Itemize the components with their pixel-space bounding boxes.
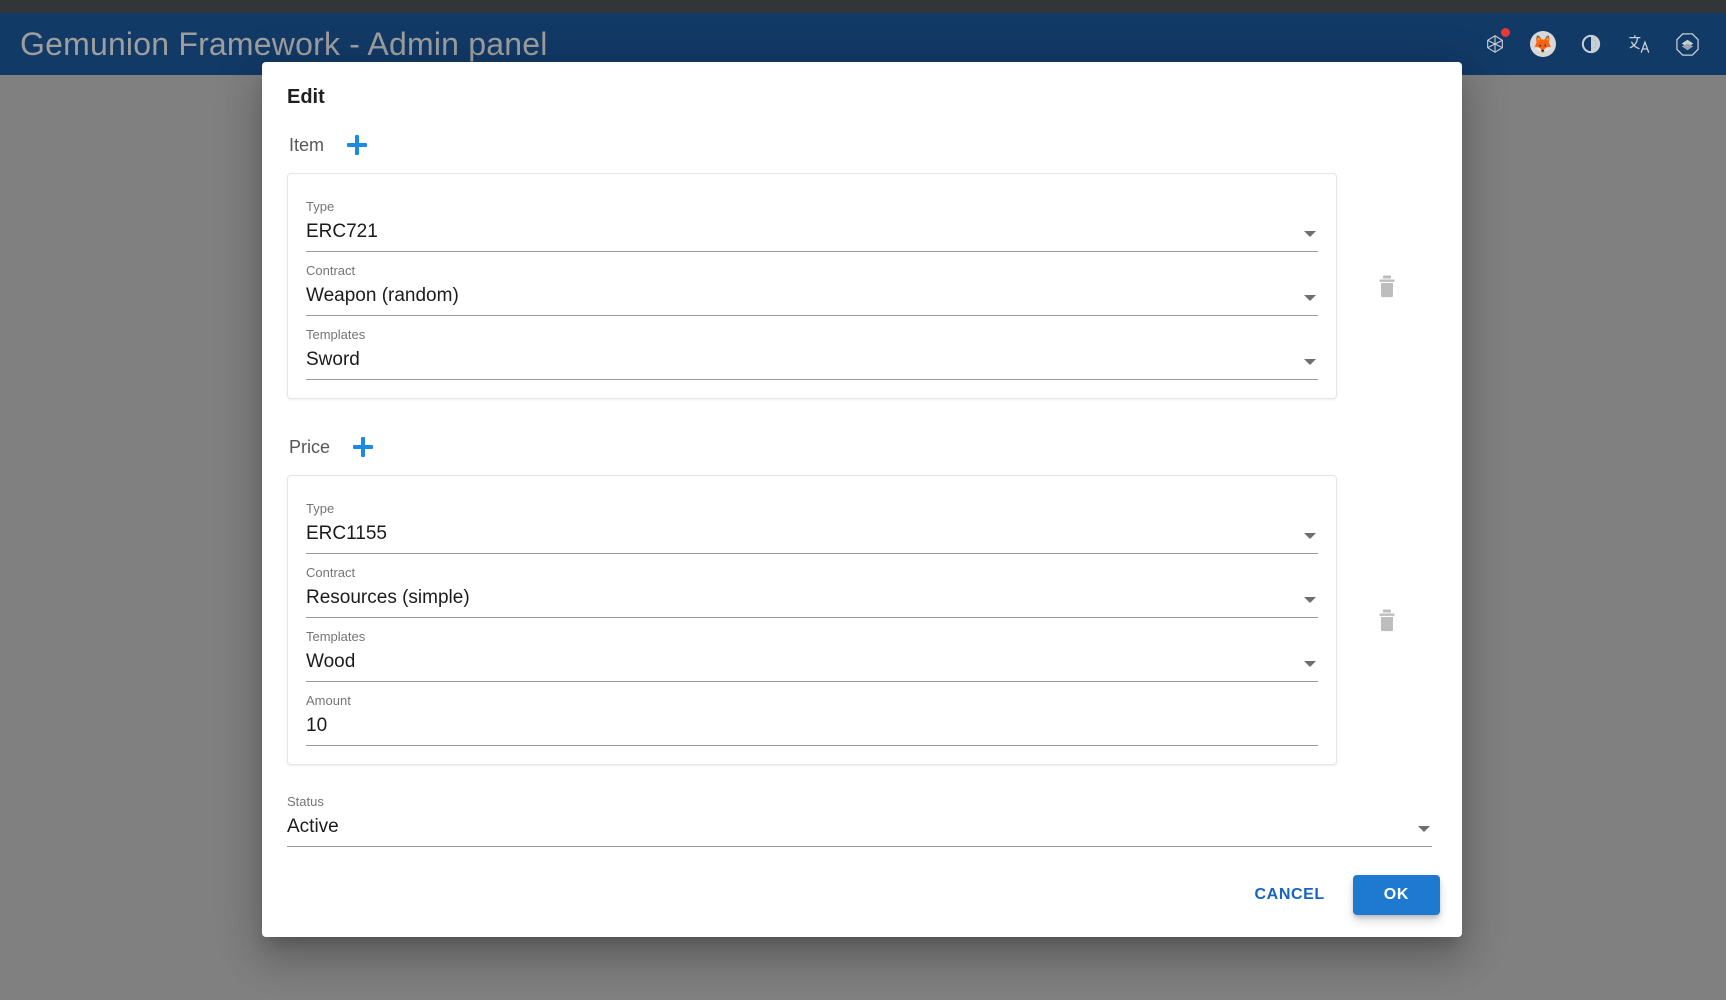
plus-icon [353, 437, 374, 457]
price-templates-select[interactable]: Wood [306, 646, 1319, 682]
item-templates-field: Templates Sword [306, 316, 1319, 380]
section-item-header: Item [287, 123, 1437, 167]
price-amount-field: Amount 10 [306, 682, 1319, 746]
item-type-select[interactable]: ERC721 [306, 216, 1319, 252]
item-contract-select[interactable]: Weapon (random) [306, 280, 1319, 316]
section-price: Price Type ERC1155 Contract Resources (s… [287, 425, 1437, 765]
delete-item-button[interactable] [1365, 264, 1409, 308]
price-amount-input[interactable]: 10 [306, 710, 1319, 746]
price-amount-value: 10 [306, 715, 328, 736]
dialog-title: Edit [287, 86, 325, 108]
status-label: Status [287, 794, 324, 809]
ublock-origin-icon[interactable] [1672, 29, 1702, 59]
section-item: Item Type ERC721 Contract Weapon (random… [287, 123, 1437, 399]
dialog-actions: CANCEL OK [262, 865, 1462, 937]
add-price-button[interactable] [348, 432, 378, 462]
item-row: Type ERC721 Contract Weapon (random) Tem… [287, 173, 1437, 399]
section-price-label: Price [289, 436, 331, 457]
status-value: Active [287, 816, 339, 837]
item-contract-field: Contract Weapon (random) [306, 252, 1319, 316]
fox-glyph: 🦊 [1530, 31, 1556, 57]
price-templates-field: Templates Wood [306, 618, 1319, 682]
price-type-label: Type [306, 501, 335, 516]
chevron-down-icon[interactable] [1304, 359, 1317, 365]
chevron-down-icon[interactable] [1304, 231, 1317, 237]
price-contract-value: Resources (simple) [306, 587, 470, 608]
edit-dialog: Edit Item Type ERC721 Contract Weapon (r… [262, 62, 1462, 937]
price-templates-label: Templates [306, 629, 366, 644]
chevron-down-icon[interactable] [1418, 826, 1430, 832]
plus-icon [347, 135, 368, 155]
item-contract-value: Weapon (random) [306, 285, 459, 306]
metamask-fox-icon[interactable]: 🦊 [1528, 29, 1558, 59]
status-select[interactable]: Active [287, 811, 1432, 847]
item-card: Type ERC721 Contract Weapon (random) Tem… [287, 173, 1338, 399]
price-card: Type ERC1155 Contract Resources (simple) [287, 475, 1338, 765]
delete-price-button[interactable] [1365, 598, 1409, 642]
trash-icon [1379, 275, 1395, 297]
item-type-label: Type [306, 199, 335, 214]
chevron-down-icon[interactable] [1304, 661, 1317, 667]
chevron-down-icon[interactable] [1304, 295, 1317, 301]
price-type-select[interactable]: ERC1155 [306, 518, 1319, 554]
dark-mode-icon[interactable] [1576, 29, 1606, 59]
price-amount-label: Amount [306, 693, 351, 708]
chevron-down-icon[interactable] [1304, 533, 1317, 539]
item-templates-select[interactable]: Sword [306, 344, 1319, 380]
page-title: Gemunion Framework - Admin panel [20, 25, 548, 62]
translate-icon[interactable] [1624, 29, 1654, 59]
item-templates-label: Templates [306, 327, 366, 342]
price-contract-field: Contract Resources (simple) [306, 554, 1319, 618]
section-price-header: Price [287, 425, 1437, 469]
network-graph-icon[interactable] [1480, 28, 1510, 59]
price-contract-label: Contract [306, 565, 356, 580]
price-delete-wrapper [1337, 598, 1437, 642]
dialog-content: Item Type ERC721 Contract Weapon (random… [262, 123, 1462, 865]
status-field: Status Active [287, 783, 1437, 847]
add-item-button[interactable] [342, 130, 372, 160]
price-type-field: Type ERC1155 [306, 490, 1319, 554]
item-delete-wrapper [1337, 264, 1437, 308]
item-type-field: Type ERC721 [306, 188, 1319, 252]
price-row: Type ERC1155 Contract Resources (simple) [287, 475, 1437, 765]
item-type-value: ERC721 [306, 221, 378, 242]
cancel-button[interactable]: CANCEL [1243, 876, 1337, 914]
item-templates-value: Sword [306, 349, 360, 370]
price-contract-select[interactable]: Resources (simple) [306, 582, 1319, 618]
trash-icon [1379, 609, 1395, 631]
price-type-value: ERC1155 [306, 523, 387, 544]
section-item-label: Item [289, 134, 325, 155]
price-templates-value: Wood [306, 651, 356, 672]
browser-extension-toolbar: 🦊 [1480, 28, 1712, 59]
ok-button[interactable]: OK [1352, 875, 1440, 915]
browser-chrome-strip [0, 0, 1726, 13]
item-contract-label: Contract [306, 263, 356, 278]
notification-badge-dot [1501, 28, 1510, 37]
chevron-down-icon[interactable] [1304, 597, 1317, 603]
